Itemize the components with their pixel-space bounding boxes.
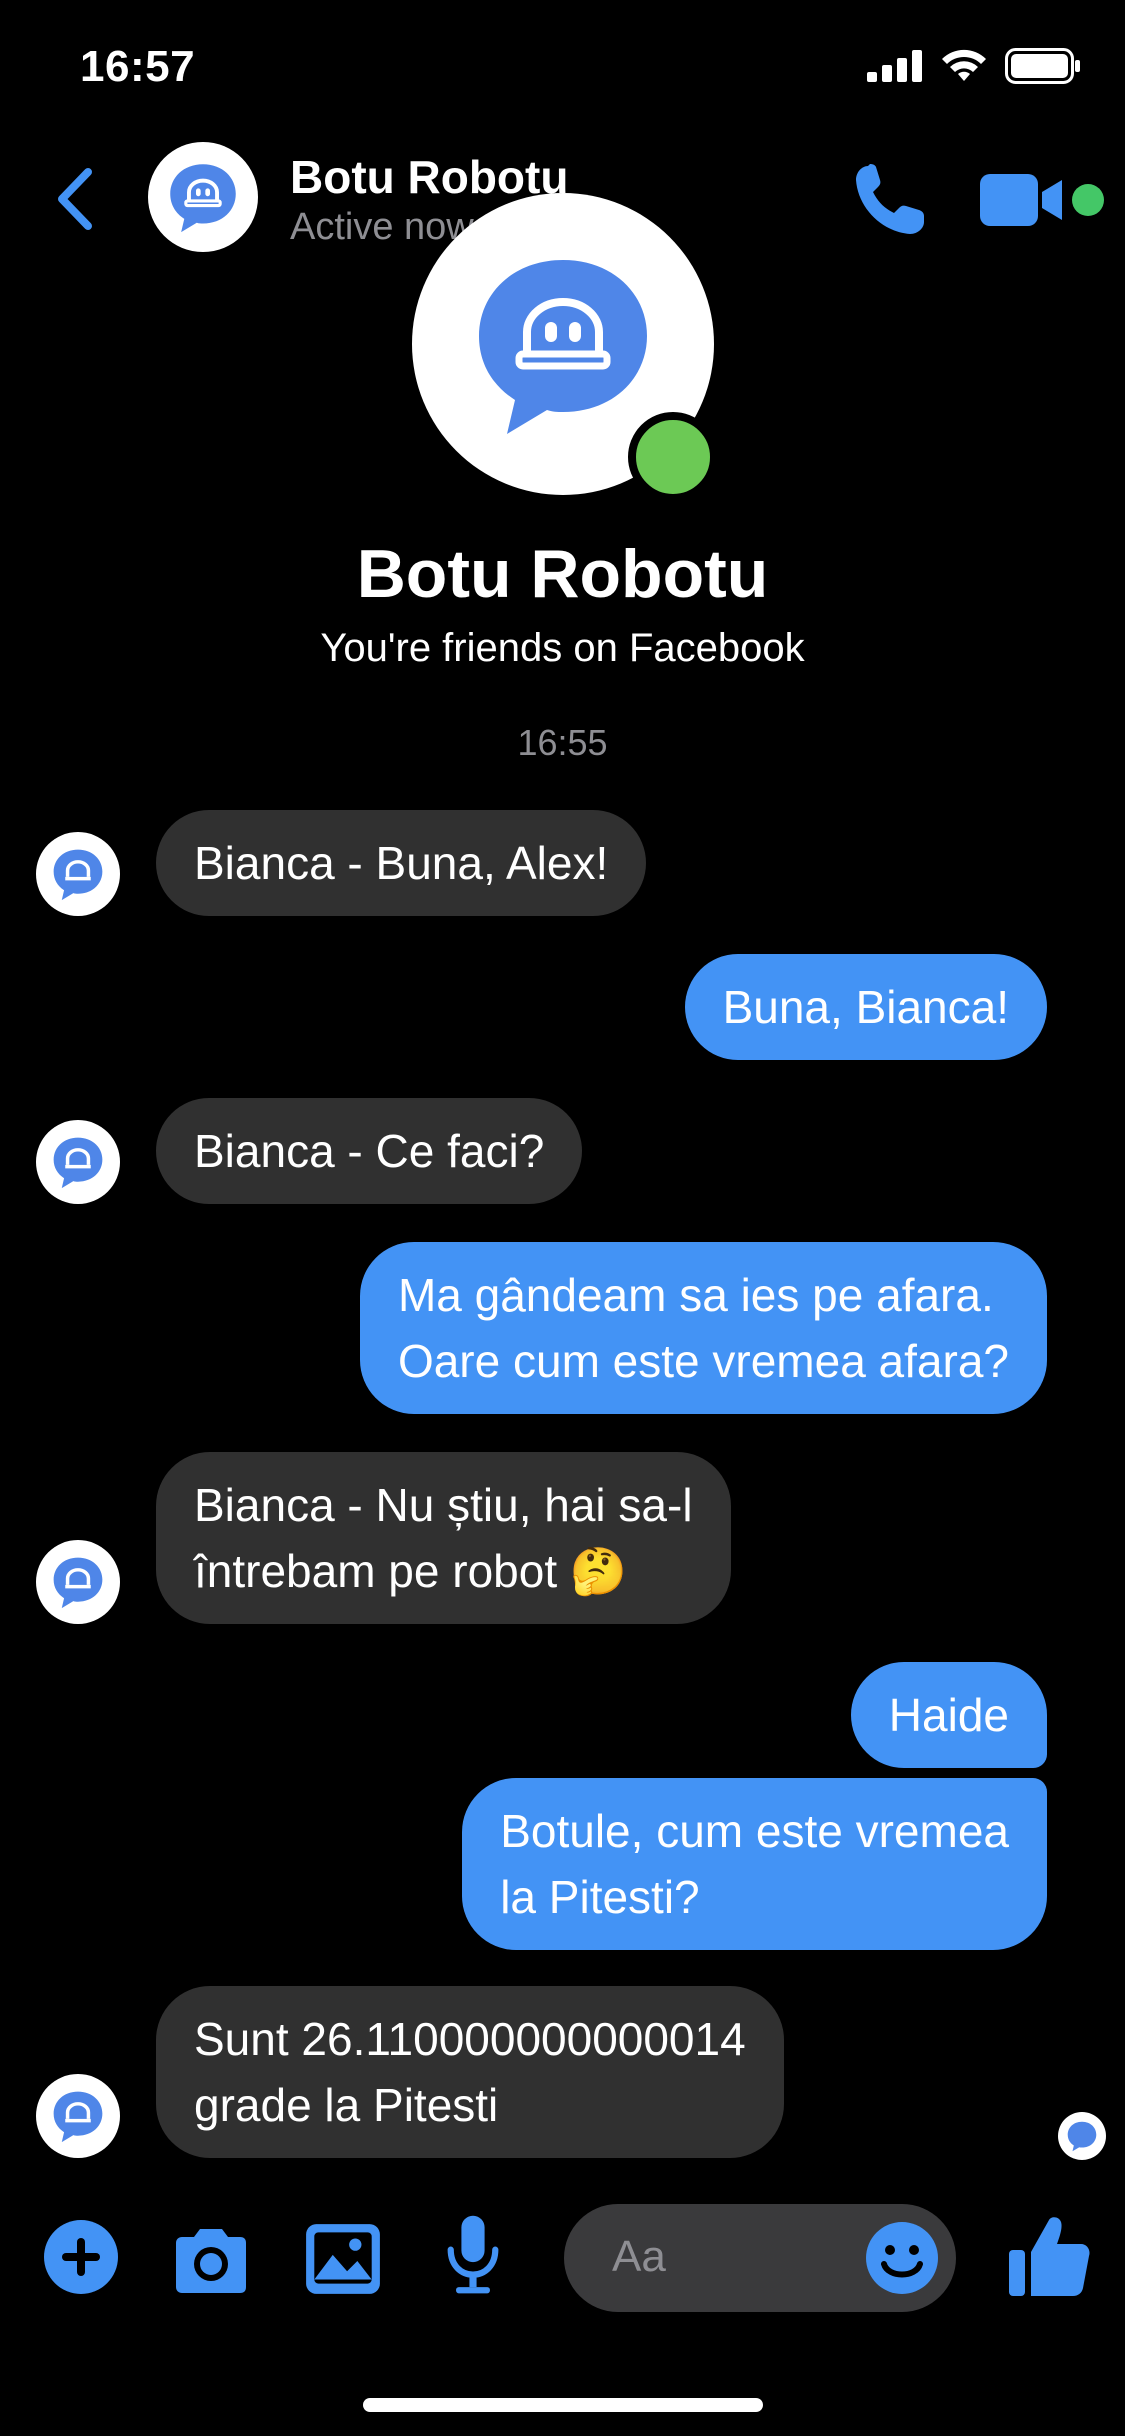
message-line: Ma gândeam sa ies pe afara. — [397, 1269, 994, 1321]
bot-chat-icon — [479, 260, 647, 434]
active-status: Active now — [290, 206, 474, 248]
contact-name[interactable]: Botu Robotu — [290, 150, 568, 204]
message-line: Oare cum este vremea afara? — [397, 1335, 1009, 1387]
message-text: Bianca - Ce faci? — [194, 1125, 545, 1177]
sender-avatar[interactable] — [36, 1120, 120, 1204]
message-bubble-incoming[interactable]: Bianca - Nu știu, hai sa-l întrebam pe r… — [156, 1452, 731, 1624]
message-bubble-outgoing[interactable]: Ma gândeam sa ies pe afara. Oare cum est… — [359, 1242, 1047, 1414]
microphone-icon[interactable] — [432, 2214, 514, 2296]
message-line: întrebam pe robot — [194, 1545, 558, 1597]
friends-subtitle: You're friends on Facebook — [320, 626, 805, 670]
message-bubble-incoming[interactable]: Sunt 26.110000000000014 grade la Pitesti — [156, 1986, 784, 2158]
message-text: Bianca - Buna, Alex! — [194, 837, 609, 889]
sender-avatar[interactable] — [36, 2074, 120, 2158]
bot-chat-icon — [53, 1137, 103, 1189]
message-input[interactable]: Aa — [564, 2204, 956, 2312]
gallery-icon[interactable] — [302, 2218, 384, 2300]
thumbs-up-icon[interactable] — [1005, 2212, 1093, 2300]
thinking-emoji: 🤔 — [569, 1545, 628, 1597]
message-line: Sunt 26.110000000000014 — [194, 2013, 746, 2065]
status-icons — [867, 48, 1081, 84]
header-avatar[interactable] — [148, 142, 258, 252]
bot-chat-icon — [53, 1557, 103, 1609]
phone-icon[interactable] — [850, 160, 930, 240]
bot-chat-icon — [1067, 2121, 1097, 2152]
plus-icon[interactable] — [40, 2216, 122, 2298]
message-bubble-outgoing[interactable]: Buna, Bianca! — [684, 954, 1047, 1060]
video-active-dot — [1072, 184, 1104, 216]
message-timestamp: 16:55 — [517, 722, 608, 763]
message-line: la Pitesti? — [500, 1871, 700, 1923]
message-bubble-outgoing[interactable]: Haide — [850, 1662, 1047, 1768]
message-line: Bianca - Nu știu, hai sa-l — [194, 1479, 693, 1531]
emoji-icon[interactable] — [864, 2220, 940, 2296]
video-call-icon[interactable] — [980, 172, 1064, 228]
bot-chat-icon — [170, 164, 236, 233]
status-time: 16:57 — [80, 42, 196, 91]
back-chevron-icon[interactable] — [50, 166, 100, 232]
message-text: Buna, Bianca! — [722, 981, 1009, 1033]
online-indicator — [628, 412, 718, 502]
message-bubble-incoming[interactable]: Bianca - Buna, Alex! — [156, 810, 647, 916]
signal-icon — [867, 50, 922, 82]
bot-chat-icon — [53, 849, 103, 901]
seen-receipt-avatar — [1058, 2112, 1106, 2160]
camera-icon[interactable] — [170, 2220, 252, 2302]
sender-avatar[interactable] — [36, 1540, 120, 1624]
message-line: Botule, cum este vremea — [500, 1805, 1009, 1857]
message-bubble-outgoing[interactable]: Botule, cum este vremea la Pitesti? — [462, 1778, 1047, 1950]
message-bubble-incoming[interactable]: Bianca - Ce faci? — [156, 1098, 583, 1204]
message-text: Haide — [888, 1689, 1009, 1741]
message-input-placeholder: Aa — [612, 2232, 666, 2281]
bot-chat-icon — [53, 2091, 103, 2143]
wifi-icon — [942, 49, 986, 81]
sender-avatar[interactable] — [36, 832, 120, 916]
message-line: grade la Pitesti — [194, 2079, 499, 2131]
battery-icon — [1005, 48, 1080, 84]
profile-name: Botu Robotu — [356, 536, 769, 612]
home-indicator[interactable] — [363, 2398, 763, 2412]
